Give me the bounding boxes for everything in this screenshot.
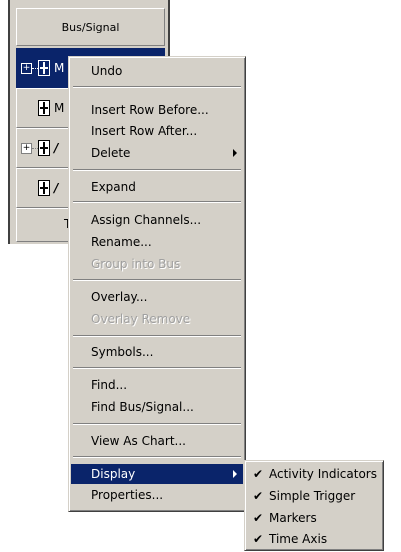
menu-item-group-into-bus: Group into Bus bbox=[91, 257, 181, 271]
expand-plus-icon[interactable]: + bbox=[21, 63, 32, 74]
check-icon: ✔ bbox=[253, 511, 264, 525]
display-submenu: ✔ Activity Indicators ✔ Simple Trigger ✔… bbox=[244, 460, 384, 551]
submenu-item-label: Activity Indicators bbox=[269, 467, 377, 481]
check-icon: ✔ bbox=[253, 532, 264, 546]
menu-item-display-label: Display bbox=[91, 467, 136, 481]
menu-item-undo[interactable]: Undo bbox=[71, 61, 243, 81]
menu-item-expand[interactable]: Expand bbox=[71, 177, 243, 197]
menu-item-assign-channels[interactable]: Assign Channels... bbox=[71, 210, 243, 230]
menu-separator bbox=[73, 86, 241, 88]
bus-signal-icon bbox=[38, 140, 50, 156]
submenu-item-label: Simple Trigger bbox=[269, 489, 356, 503]
menu-separator bbox=[73, 367, 241, 369]
menu-separator bbox=[73, 279, 241, 281]
row-label: / bbox=[54, 141, 59, 155]
menu-separator bbox=[73, 201, 241, 203]
menu-item-overlay-remove: Overlay Remove bbox=[91, 312, 191, 326]
menu-item-delete-label: Delete bbox=[91, 146, 131, 160]
submenu-item-label: Time Axis bbox=[269, 532, 328, 546]
menu-item-find[interactable]: Find... bbox=[71, 375, 243, 395]
check-icon: ✔ bbox=[253, 467, 264, 481]
menu-separator bbox=[73, 456, 241, 458]
context-menu: Undo Insert Row Before... Insert Row Aft… bbox=[68, 56, 246, 512]
signal-icon bbox=[38, 100, 50, 116]
menu-separator bbox=[73, 335, 241, 337]
signal-icon bbox=[38, 180, 50, 196]
menu-separator bbox=[73, 169, 241, 171]
bus-signal-icon bbox=[38, 60, 50, 76]
row-label: / bbox=[54, 181, 59, 195]
table-header[interactable]: Bus/Signal bbox=[16, 8, 165, 46]
menu-item-rename[interactable]: Rename... bbox=[71, 232, 243, 252]
row-label: M bbox=[54, 61, 65, 75]
submenu-arrow-icon bbox=[233, 149, 237, 157]
menu-item-display[interactable]: Display bbox=[71, 464, 243, 484]
menu-item-insert-row-before[interactable]: Insert Row Before... bbox=[71, 100, 243, 120]
submenu-item-simple-trigger[interactable]: ✔ Simple Trigger bbox=[247, 485, 381, 507]
submenu-item-time-axis[interactable]: ✔ Time Axis bbox=[247, 528, 381, 550]
check-icon: ✔ bbox=[253, 489, 264, 503]
menu-item-view-as-chart[interactable]: View As Chart... bbox=[71, 431, 243, 451]
menu-separator bbox=[73, 423, 241, 425]
menu-item-properties[interactable]: Properties... bbox=[71, 485, 243, 505]
menu-item-overlay[interactable]: Overlay... bbox=[71, 287, 243, 307]
menu-item-find-bus-signal[interactable]: Find Bus/Signal... bbox=[71, 397, 243, 417]
submenu-item-label: Markers bbox=[269, 511, 317, 525]
expand-plus-icon[interactable]: + bbox=[21, 143, 32, 154]
menu-item-delete[interactable]: Delete bbox=[71, 143, 243, 163]
menu-item-symbols[interactable]: Symbols... bbox=[71, 342, 243, 362]
menu-item-insert-row-after[interactable]: Insert Row After... bbox=[71, 121, 243, 141]
submenu-item-markers[interactable]: ✔ Markers bbox=[247, 507, 381, 529]
row-label: M bbox=[54, 101, 65, 115]
submenu-arrow-icon bbox=[233, 470, 237, 478]
table-header-label: Bus/Signal bbox=[61, 21, 120, 34]
submenu-item-activity-indicators[interactable]: ✔ Activity Indicators bbox=[247, 463, 381, 485]
